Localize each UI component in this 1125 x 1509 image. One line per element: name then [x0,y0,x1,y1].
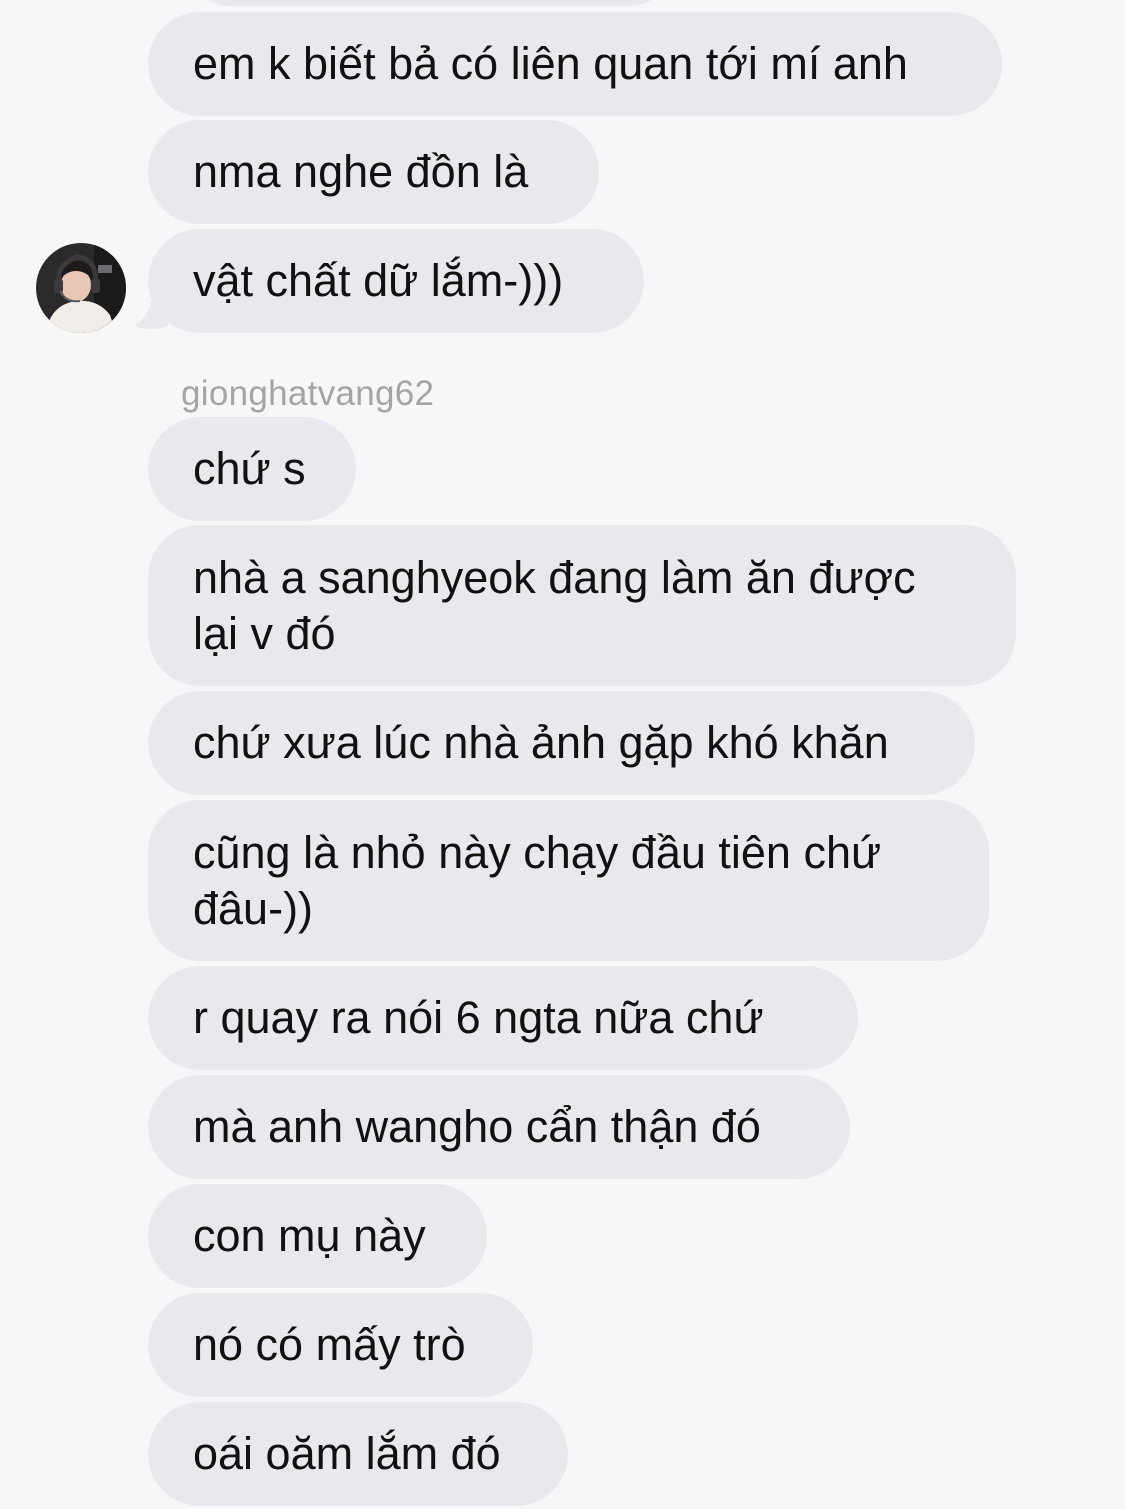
message-text: oái oăm lắm đó [193,1428,501,1479]
message-bubble[interactable]: vật chất dữ lắm-))) [148,229,644,333]
message-bubble[interactable]: chứ xưa lúc nhà ảnh gặp khó khăn [148,691,975,795]
message-bubble[interactable]: con mụ này [148,1184,487,1288]
message-text: chứ xưa lúc nhà ảnh gặp khó khăn [193,717,889,768]
message-text: nhà a sanghyeok đang làm ăn được lại v đ… [193,552,916,659]
message-text: nma nghe đồn là [193,146,529,197]
message-bubble[interactable]: mà anh wangho cẩn thận đó [148,1075,850,1179]
message-bubble[interactable]: nma nghe đồn là [148,120,599,224]
message-bubble[interactable]: cũng là nhỏ này chạy đầu tiên chứ đâu-)) [148,800,989,961]
message-text: mà anh wangho cẩn thận đó [193,1101,761,1152]
message-text: con mụ này [193,1210,426,1261]
message-text: r quay ra nói 6 ngta nữa chứ [193,992,764,1043]
previous-message-bubble-partial [190,0,670,6]
message-bubble[interactable]: chứ s [148,417,356,521]
message-text: cũng là nhỏ này chạy đầu tiên chứ đâu-)) [193,827,882,934]
message-text: em k biết bả có liên quan tới mí anh [193,38,908,89]
message-bubble[interactable]: nhà a sanghyeok đang làm ăn được lại v đ… [148,525,1016,686]
message-text: vật chất dữ lắm-))) [193,255,564,306]
message-text: chứ s [193,443,306,494]
user-avatar-headset-icon [36,243,126,333]
message-bubble[interactable]: oái oăm lắm đó [148,1402,568,1506]
message-bubble[interactable]: r quay ra nói 6 ngta nữa chứ [148,966,858,1070]
message-text: nó có mấy trò [193,1319,466,1370]
sender-username: gionghatvang62 [181,374,435,413]
message-bubble[interactable]: em k biết bả có liên quan tới mí anh [148,12,1002,116]
bubble-tail [134,290,168,329]
sender-avatar[interactable] [36,243,126,333]
message-bubble[interactable]: nó có mấy trò [148,1293,533,1397]
